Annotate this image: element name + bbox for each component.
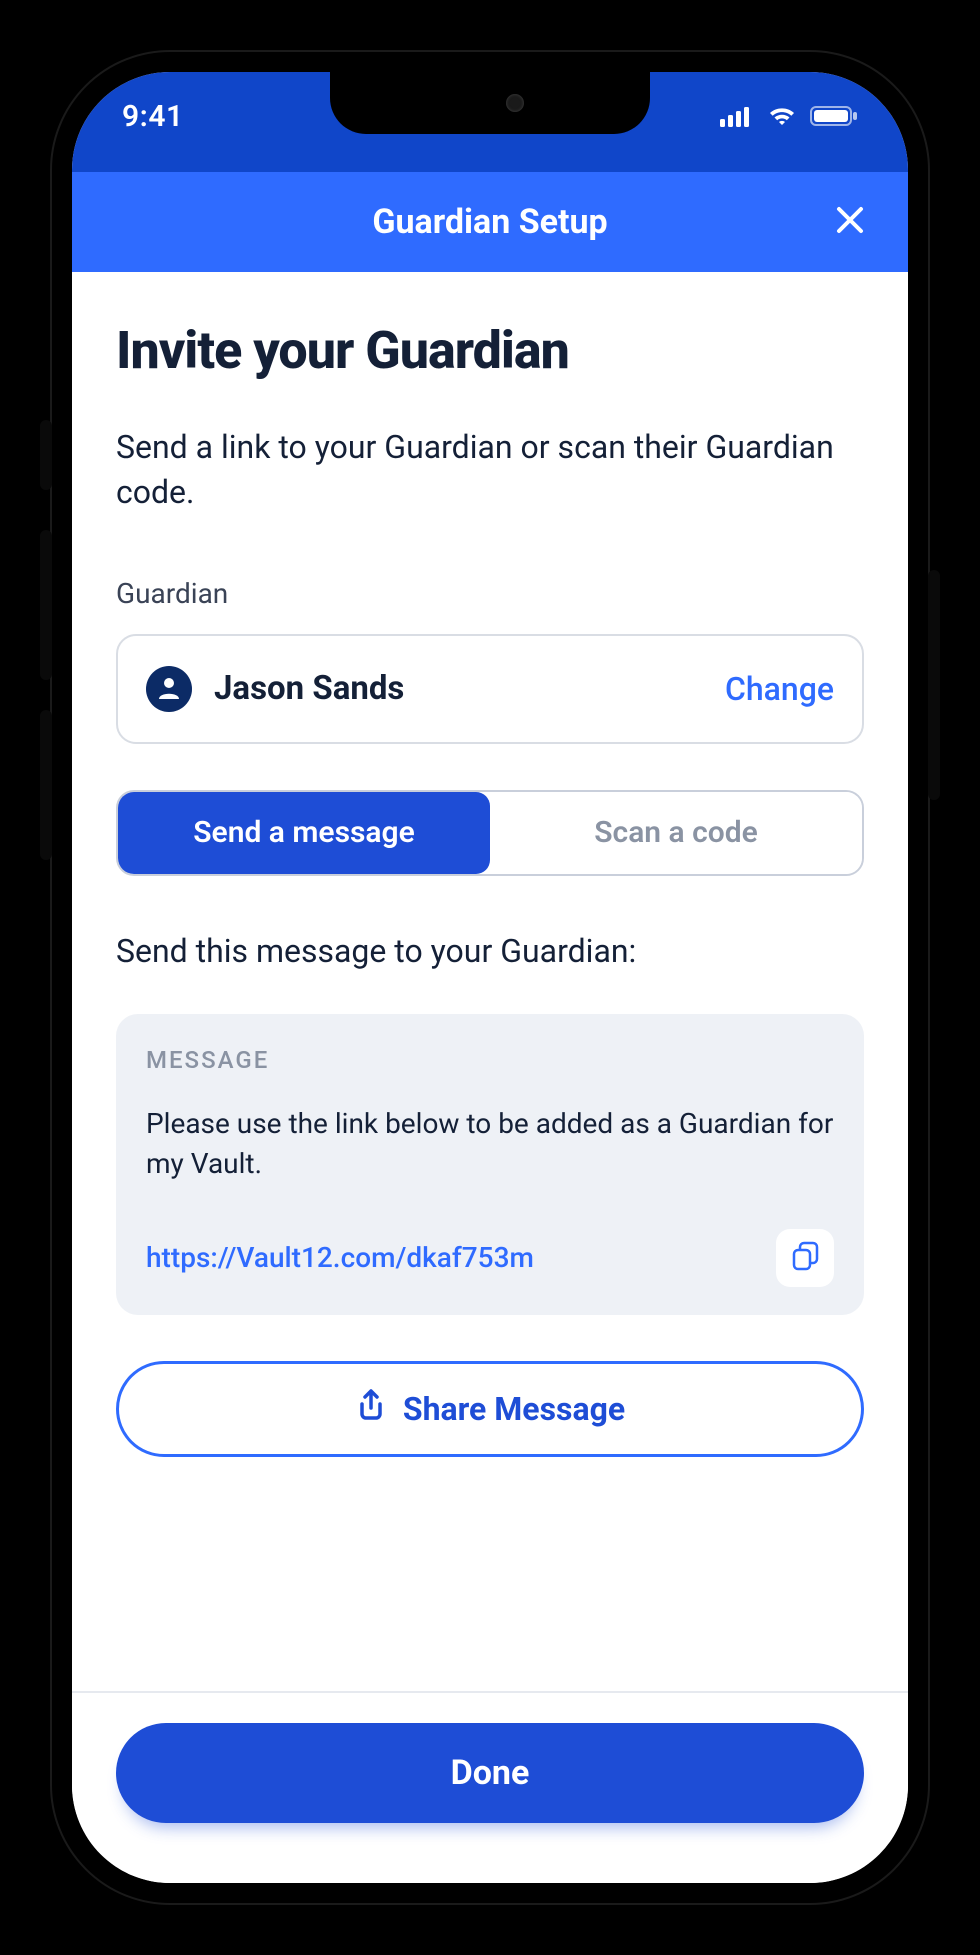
side-button	[928, 570, 940, 800]
guardian-card: Jason Sands Change	[116, 634, 864, 744]
segmented-control: Send a message Scan a code	[116, 790, 864, 876]
done-label: Done	[451, 1753, 530, 1793]
person-icon	[155, 673, 183, 705]
change-button[interactable]: Change	[725, 670, 834, 708]
message-box: MESSAGE Please use the link below to be …	[116, 1014, 864, 1315]
message-body: Please use the link below to be added as…	[146, 1104, 834, 1185]
status-icons	[720, 105, 858, 127]
close-button[interactable]	[828, 200, 872, 244]
page-title: Invite your Guardian	[116, 320, 864, 381]
done-button[interactable]: Done	[116, 1723, 864, 1823]
close-icon	[835, 205, 865, 239]
message-label: MESSAGE	[146, 1046, 834, 1074]
message-prompt: Send this message to your Guardian:	[116, 932, 864, 970]
battery-icon	[810, 105, 858, 127]
tab-scan-code[interactable]: Scan a code	[490, 792, 862, 874]
guardian-name: Jason Sands	[214, 669, 725, 708]
content: Invite your Guardian Send a link to your…	[72, 272, 908, 1691]
wifi-icon	[766, 105, 798, 127]
share-message-label: Share Message	[403, 1390, 625, 1428]
copy-icon	[790, 1240, 820, 1276]
side-button	[40, 530, 52, 680]
phone-frame: 9:41	[50, 50, 930, 1905]
tab-send-message[interactable]: Send a message	[118, 792, 490, 874]
side-button	[40, 420, 52, 490]
nav-title: Guardian Setup	[372, 202, 607, 242]
footer: Done	[72, 1691, 908, 1883]
share-icon	[355, 1388, 387, 1430]
copy-button[interactable]	[776, 1229, 834, 1287]
nav-bar: Guardian Setup	[72, 172, 908, 272]
status-time: 9:41	[122, 99, 184, 134]
side-button	[40, 710, 52, 860]
front-camera	[506, 94, 524, 112]
message-link[interactable]: https://Vault12.com/dkaf753m	[146, 1241, 758, 1274]
share-message-button[interactable]: Share Message	[116, 1361, 864, 1457]
page-subtitle: Send a link to your Guardian or scan the…	[116, 425, 864, 515]
avatar	[146, 666, 192, 712]
cellular-icon	[720, 105, 754, 127]
guardian-field-label: Guardian	[116, 577, 864, 610]
notch	[330, 72, 650, 134]
